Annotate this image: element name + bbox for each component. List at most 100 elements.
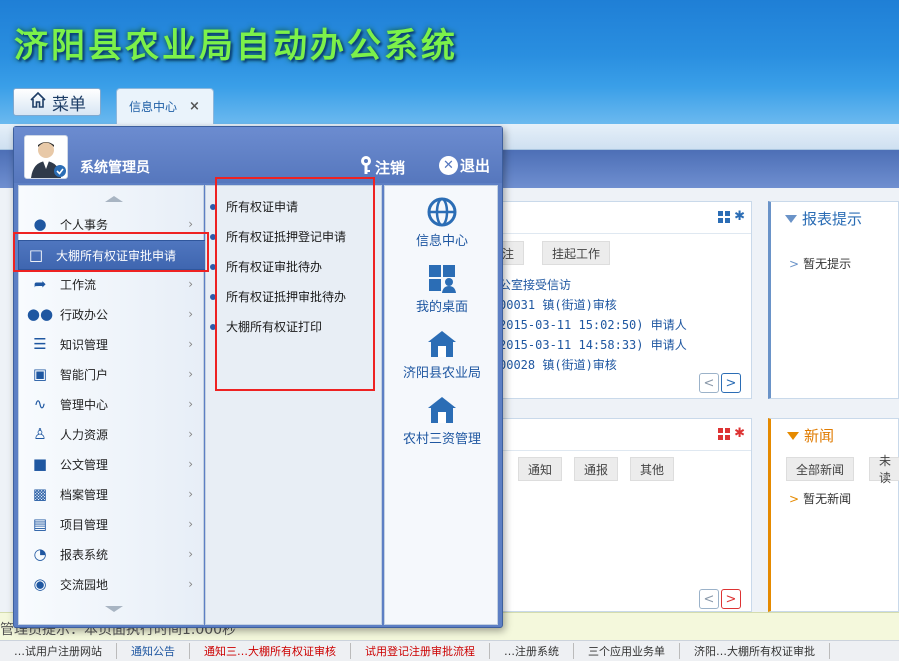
suspend-work-button[interactable]: 挂起工作: [542, 241, 611, 265]
chevron-right-icon: ›: [188, 397, 193, 411]
notice-pager: < >: [699, 589, 741, 609]
menu-item-reports[interactable]: ◔ 报表系统 ›: [23, 541, 201, 567]
other-button[interactable]: 其他: [630, 457, 675, 481]
menu-item-management[interactable]: ∿ 管理中心 ›: [23, 391, 201, 417]
layout-icon[interactable]: [718, 211, 731, 223]
desktop-icon: [425, 262, 459, 294]
group-icon: ●●: [26, 305, 54, 323]
report-header: 报表提示: [785, 208, 862, 229]
chevron-right-icon: ›: [188, 577, 193, 591]
all-news-button[interactable]: 全部新闻: [786, 457, 855, 481]
close-icon: ✕: [439, 156, 458, 175]
next-page-button[interactable]: >: [721, 373, 741, 393]
chevron-right-icon: ›: [188, 517, 193, 531]
footer-ticker: …试用户注册网站 通知公告 通知三…大棚所有权证审核 试用登记注册审批流程 …注…: [0, 640, 899, 661]
footer-item[interactable]: 试用登记注册审批流程: [351, 643, 490, 659]
tab-info-center[interactable]: 信息中心 ×: [116, 88, 214, 124]
collapse-icon[interactable]: [787, 431, 799, 440]
gear-icon[interactable]: ✱: [734, 427, 745, 440]
bulletin-button[interactable]: 通报: [574, 457, 619, 481]
project-icon: ▤: [32, 515, 48, 533]
workflow-icon: ➦: [33, 275, 47, 293]
menu-item-archive[interactable]: ▩ 档案管理 ›: [23, 481, 201, 507]
next-page-button[interactable]: >: [721, 589, 741, 609]
app-header: 济阳县农业局自动办公系统 菜单 信息中心 ×: [0, 0, 899, 124]
menu-item-knowledge[interactable]: ☰ 知识管理 ›: [23, 331, 201, 357]
menu-item-project[interactable]: ▤ 项目管理 ›: [23, 511, 201, 537]
chevron-right-icon: ›: [188, 487, 193, 501]
chat-icon: ◉: [33, 575, 47, 593]
layout-icon[interactable]: [718, 428, 731, 440]
work-item[interactable]: 公室接受信访: [499, 276, 571, 293]
home-icon: [28, 90, 48, 115]
start-menu-header: 系统管理员 注销 ✕ 退出: [14, 127, 502, 183]
footer-item[interactable]: …注册系统: [490, 643, 574, 659]
exit-button[interactable]: ✕ 退出: [439, 155, 490, 176]
prev-page-button[interactable]: <: [699, 373, 719, 393]
work-item[interactable]: 00031 镇(街道)审核: [499, 296, 617, 313]
news-header: 新闻: [787, 425, 834, 446]
person-icon: ●: [33, 215, 47, 233]
home-icon: [425, 328, 459, 360]
chevron-right-icon: ›: [188, 547, 193, 561]
work-pager: < >: [699, 373, 741, 393]
notice-panel: ✱ 通知 通报 其他 < >: [493, 418, 752, 612]
menu-item-documents[interactable]: ■ 公文管理 ›: [23, 451, 201, 477]
chart-line-icon: ∿: [33, 395, 47, 413]
tab-label: 信息中心: [129, 100, 178, 114]
prev-page-button[interactable]: <: [699, 589, 719, 609]
home-icon: [425, 394, 459, 426]
report-panel: 报表提示 > 暂无提示: [768, 201, 899, 399]
avatar: [24, 135, 68, 179]
menu-button[interactable]: 菜单: [13, 88, 101, 116]
work-item[interactable]: 2015-03-11 15:02:50) 申请人: [499, 316, 687, 333]
chevron-right-icon: ›: [188, 457, 193, 471]
highlight-box-submenu: [215, 177, 375, 391]
footer-item[interactable]: 通知公告: [117, 643, 190, 659]
gear-icon[interactable]: ✱: [734, 210, 745, 223]
chevron-right-icon: ›: [188, 367, 193, 381]
news-panel: 新闻 全部新闻 未读 > 暂无新闻: [768, 418, 899, 612]
menu-item-portal[interactable]: ▣ 智能门户 ›: [23, 361, 201, 387]
footer-item[interactable]: 通知三…大棚所有权证审核: [190, 643, 351, 659]
work-panel: ✱ 注 挂起工作 公室接受信访 00031 镇(街道)审核 2015-03-11…: [492, 201, 752, 399]
logout-button[interactable]: 注销: [359, 155, 405, 179]
footer-item[interactable]: …试用户注册网站: [0, 643, 117, 659]
notice-button[interactable]: 通知: [518, 457, 563, 481]
quick-links: 信息中心 我的桌面 济阳县农业局 农村三资管理: [384, 185, 498, 625]
quick-link-rural-assets[interactable]: 农村三资管理: [385, 394, 499, 447]
archive-icon: ▩: [32, 485, 48, 503]
chevron-right-icon: ›: [188, 277, 193, 291]
quick-link-my-desktop[interactable]: 我的桌面: [385, 262, 499, 315]
scroll-up-icon[interactable]: [105, 196, 123, 202]
news-item: > 暂无新闻: [789, 492, 852, 506]
work-item[interactable]: 00028 镇(街道)审核: [499, 356, 617, 373]
work-item[interactable]: 2015-03-11 14:58:33) 申请人: [499, 336, 687, 353]
highlight-box-menu-item: [13, 232, 209, 272]
username: 系统管理员: [80, 160, 150, 176]
chevron-right-icon: ›: [188, 427, 193, 441]
footer-item[interactable]: 济阳…大棚所有权证审批: [680, 643, 830, 659]
collapse-icon[interactable]: [785, 214, 797, 223]
app-title: 济阳县农业局自动办公系统: [14, 26, 458, 66]
menu-item-admin-office[interactable]: ●● 行政办公 ›: [23, 301, 201, 327]
chevron-right-icon: ›: [188, 337, 193, 351]
menu-item-workflow[interactable]: ➦ 工作流 ›: [23, 271, 201, 297]
chevron-right-icon: ›: [188, 307, 193, 321]
key-icon: [359, 155, 373, 179]
portal-icon: ▣: [32, 365, 48, 383]
quick-link-info-center[interactable]: 信息中心: [385, 196, 499, 249]
pie-chart-icon: ◔: [33, 545, 47, 563]
globe-icon: [425, 196, 459, 228]
unread-news-button[interactable]: 未读: [869, 454, 899, 485]
chevron-right-icon: ›: [188, 217, 193, 231]
menu-button-label: 菜单: [52, 94, 86, 115]
report-item: > 暂无提示: [789, 257, 852, 271]
quick-link-bureau[interactable]: 济阳县农业局: [385, 328, 499, 381]
tab-close-icon[interactable]: ×: [189, 99, 200, 114]
scroll-down-icon[interactable]: [105, 606, 123, 612]
menu-item-forum[interactable]: ◉ 交流园地 ›: [23, 571, 201, 597]
hr-icon: ♙: [33, 425, 47, 443]
footer-item[interactable]: 三个应用业务单: [574, 643, 680, 659]
menu-item-hr[interactable]: ♙ 人力资源 ›: [23, 421, 201, 447]
